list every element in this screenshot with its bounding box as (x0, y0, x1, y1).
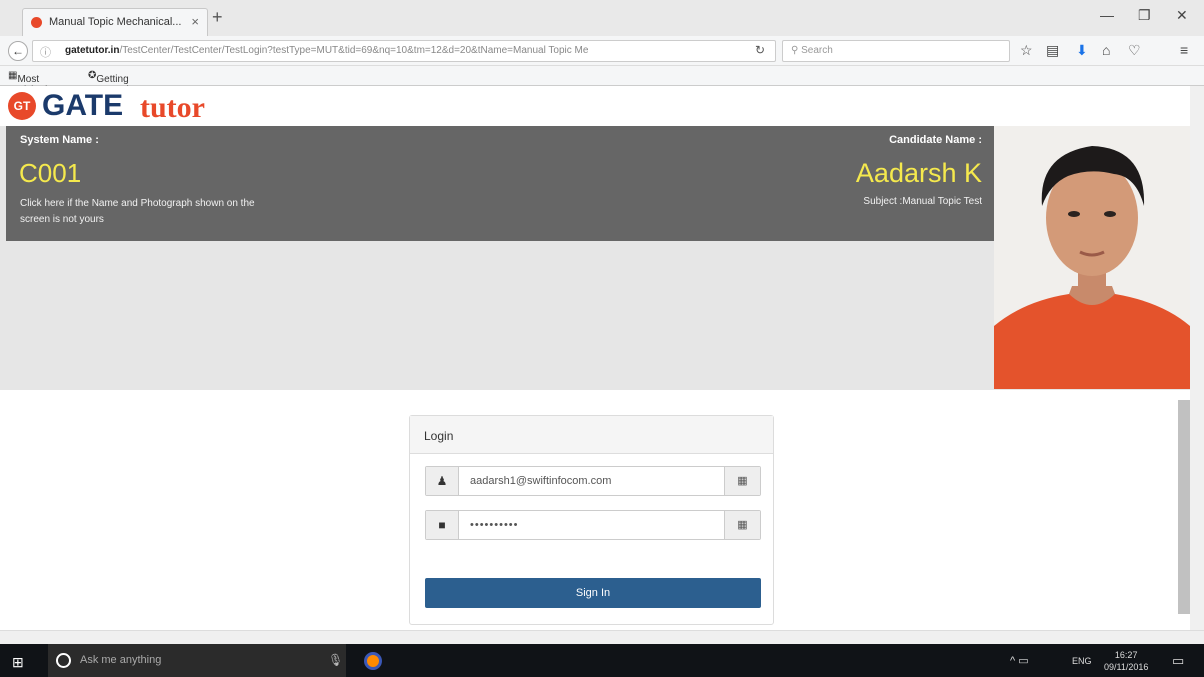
navigation-bar: gatetutor.in/TestCenter/TestCenter/TestL… (0, 36, 1204, 66)
bookmark-star-icon[interactable]: ☆ (1020, 42, 1033, 59)
language-indicator[interactable]: ENG (1072, 656, 1092, 666)
cortana-icon (56, 653, 71, 668)
email-field[interactable]: ♟ aadarsh1@swiftinfocom.com ▦ (425, 466, 761, 496)
cortana-placeholder: Ask me anything (80, 654, 162, 666)
candidate-name-label: Candidate Name : (889, 134, 982, 146)
microphone-icon[interactable]: 🎙 (328, 653, 343, 667)
virtual-keyboard-icon[interactable]: ▦ (724, 467, 760, 495)
lock-icon: ■ (426, 511, 459, 539)
windows-taskbar: ⊞ Ask me anything 🎙 ^ ▭ ENG 16:27 09/11/… (0, 644, 1204, 677)
menu-icon[interactable]: ≡ (1180, 42, 1188, 58)
url-text: gatetutor.in/TestCenter/TestCenter/TestL… (65, 45, 589, 56)
bookmarks-bar: ▦ Most Visited ✪ Getting Started (0, 66, 1204, 96)
password-value: •••••••••• (470, 519, 519, 531)
home-icon[interactable]: ⌂ (1102, 42, 1110, 58)
tab-title: Manual Topic Mechanical... (49, 16, 182, 28)
cortana-search-box[interactable]: Ask me anything 🎙 (48, 644, 346, 677)
url-bar[interactable]: gatetutor.in/TestCenter/TestCenter/TestL… (32, 40, 776, 62)
search-input[interactable]: ⚲ Search (782, 40, 1010, 62)
window-close-icon[interactable]: ✕ (1176, 7, 1188, 24)
logo-gate-text: GATE (42, 89, 124, 122)
restore-icon[interactable]: ❐ (1138, 7, 1151, 24)
reading-list-icon[interactable]: ▤ (1046, 42, 1059, 59)
system-tray-icons[interactable]: ^ ▭ (1010, 654, 1029, 667)
search-placeholder: ⚲ Search (791, 45, 833, 56)
minimize-icon[interactable]: — (1100, 7, 1114, 23)
candidate-name-value: Aadarsh K (855, 158, 982, 188)
logo: GT GATE tutor (0, 86, 1190, 126)
firefox-icon[interactable] (364, 652, 382, 670)
reload-icon[interactable]: ↻ (755, 43, 765, 57)
horizontal-scrollbar[interactable] (0, 630, 1204, 644)
clock-time: 16:27 (1114, 650, 1138, 660)
browser-tab[interactable]: Manual Topic Mechanical... × (22, 8, 208, 36)
candidate-photo (994, 126, 1190, 389)
system-name-label: System Name : (20, 134, 99, 146)
favicon-icon (31, 17, 42, 28)
password-field[interactable]: ■ •••••••••• ▦ (425, 510, 761, 540)
user-icon: ♟ (426, 467, 459, 495)
logo-tutor-text: tutor (140, 91, 205, 124)
virtual-keyboard-icon[interactable]: ▦ (724, 511, 760, 539)
vertical-scrollbar[interactable] (1190, 86, 1204, 630)
bookmark-getting-started[interactable]: ✪ Getting Started (88, 70, 129, 96)
subject-text: Subject :Manual Topic Test (863, 196, 982, 207)
page-content: GT GATE tutor System Name : C001 Click h… (0, 86, 1190, 630)
scrollbar-thumb[interactable] (1178, 400, 1190, 614)
login-title: Login (424, 429, 454, 443)
site-info-icon[interactable]: ⓘ (40, 44, 51, 60)
back-button-icon[interactable]: ← (8, 41, 28, 61)
bookmark-most-visited[interactable]: ▦ Most Visited (8, 70, 47, 96)
pocket-icon[interactable]: ♡ (1128, 42, 1141, 59)
login-panel: Login ♟ aadarsh1@swiftinfocom.com ▦ ■ ••… (409, 415, 774, 625)
sign-in-button[interactable]: Sign In (425, 578, 761, 608)
logo-badge: GT (8, 92, 36, 120)
not-yours-link[interactable]: Click here if the Name and Photograph sh… (20, 196, 260, 228)
clock-date: 09/11/2016 (1104, 662, 1149, 672)
login-panel-header: Login (410, 416, 773, 454)
tab-close-icon[interactable]: × (191, 14, 199, 29)
new-tab-button[interactable]: + (212, 7, 223, 28)
email-value: aadarsh1@swiftinfocom.com (470, 475, 612, 487)
system-name-value: C001 (19, 158, 82, 188)
downloads-icon[interactable]: ⬇ (1076, 42, 1088, 59)
browser-tab-bar: Manual Topic Mechanical... × + — ❐ ✕ (0, 0, 1204, 36)
clock[interactable]: 16:27 09/11/2016 (1104, 649, 1148, 673)
notification-icon[interactable]: ▭ (1172, 653, 1184, 669)
windows-start-icon[interactable]: ⊞ (12, 654, 24, 671)
